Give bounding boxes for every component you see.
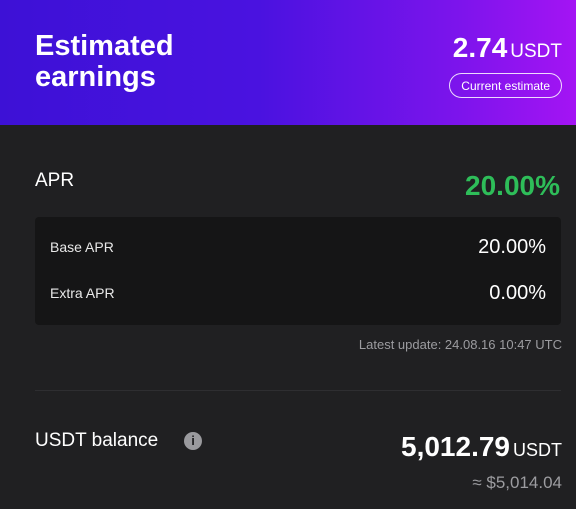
extra-apr-value: 0.00% [489,282,546,304]
earnings-value: 2.74 [452,32,508,63]
info-icon[interactable]: i [184,432,202,450]
balance-unit: USDT [513,440,562,460]
balance-value: 5,012.79 [401,431,510,462]
section-divider [35,390,561,391]
balance-usd-approx: ≈ $5,014.04 [472,473,562,492]
earnings-unit: USDT [510,41,562,62]
latest-update-text: Latest update: 24.08.16 10:47 UTC [358,337,562,352]
apr-label: APR [35,170,75,191]
apr-total-value: 20.00% [465,170,560,201]
extra-apr-label: Extra APR [50,285,115,301]
page-title: Estimated earnings [35,30,174,93]
usdt-balance-amount: 5,012.79 USDT [401,431,562,463]
base-apr-label: Base APR [50,239,114,255]
earnings-header: Estimated earnings 2.74 USDT Current esti… [0,0,576,125]
base-apr-value: 20.00% [478,236,546,258]
usdt-balance-label: USDT balance [35,430,159,451]
current-estimate-button[interactable]: Current estimate [449,73,562,98]
apr-breakdown-panel: Base APR 20.00% Extra APR 0.00% [35,217,561,325]
estimated-earnings-amount: 2.74 USDT [453,32,562,64]
